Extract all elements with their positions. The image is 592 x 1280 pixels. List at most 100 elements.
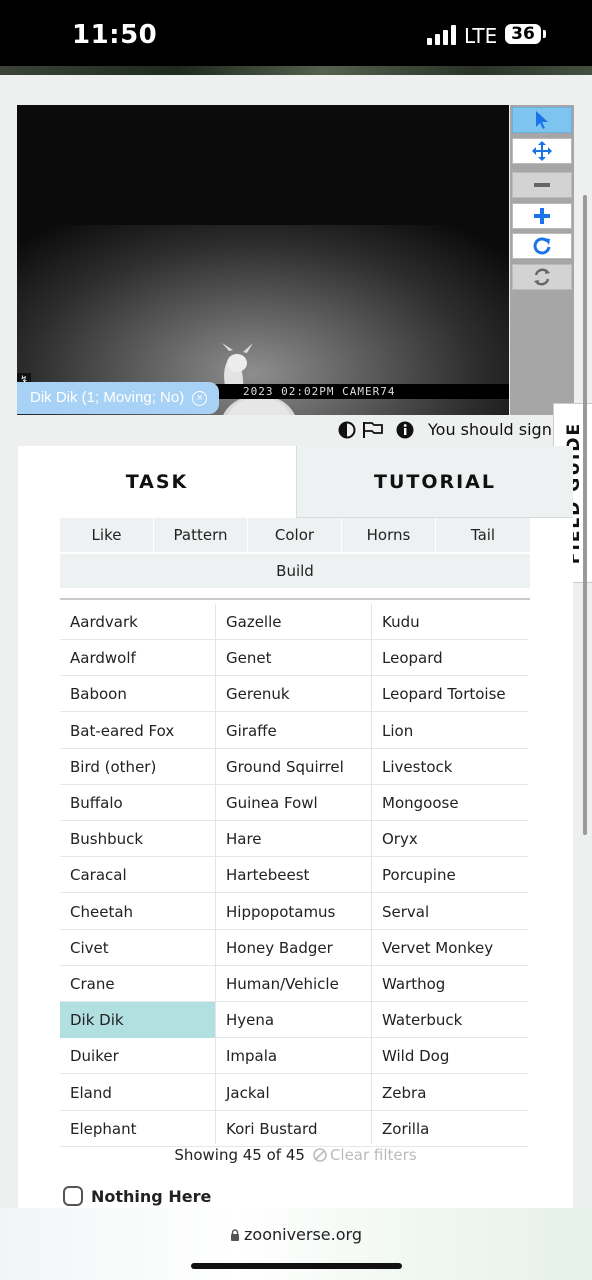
species-option[interactable]: Aardwolf	[60, 640, 216, 677]
filter-divider	[60, 598, 530, 600]
info-icon[interactable]	[396, 421, 414, 439]
species-option[interactable]: Zorilla	[372, 1111, 528, 1147]
species-option[interactable]: Caracal	[60, 857, 216, 894]
home-indicator[interactable]	[191, 1263, 402, 1269]
plus-icon	[534, 208, 550, 224]
species-option[interactable]: Waterbuck	[372, 1002, 528, 1039]
zoom-in-button[interactable]	[512, 203, 572, 229]
annotation-tag[interactable]: Dik Dik (1; Moving; No) ×	[17, 382, 220, 414]
species-option[interactable]: Bushbuck	[60, 821, 216, 858]
species-option[interactable]: Buffalo	[60, 785, 216, 821]
panel-tabs: TASK TUTORIAL	[18, 446, 573, 518]
species-option[interactable]: Bat-eared Fox	[60, 713, 216, 749]
species-option[interactable]: Gerenuk	[216, 676, 372, 713]
zoom-out-button[interactable]	[512, 172, 572, 198]
species-option[interactable]: Honey Badger	[216, 930, 372, 966]
filter-tail[interactable]: Tail	[436, 518, 530, 552]
species-option[interactable]: Gazelle	[216, 604, 372, 640]
tab-tutorial[interactable]: TUTORIAL	[296, 446, 573, 518]
species-option[interactable]: Eland	[60, 1075, 216, 1111]
species-option[interactable]: Civet	[60, 930, 216, 966]
page-header-strip	[0, 66, 592, 75]
species-option[interactable]: Livestock	[372, 749, 528, 785]
nothing-here-label: Nothing Here	[91, 1186, 212, 1206]
subject-meta-row: You should sign	[338, 420, 552, 439]
filter-horns[interactable]: Horns	[342, 518, 436, 552]
column-divider	[371, 604, 372, 1144]
move-arrows-icon	[532, 141, 552, 161]
battery-icon: 36	[505, 24, 541, 44]
url-domain: zooniverse.org	[244, 1225, 362, 1244]
annotation-tag-label: Dik Dik (1; Moving; No)	[30, 389, 185, 406]
species-option[interactable]: Elephant	[60, 1111, 216, 1147]
remove-annotation-icon[interactable]: ×	[192, 390, 208, 406]
task-panel: TASK TUTORIAL Like Pattern Color Horns T…	[18, 446, 573, 1226]
species-option[interactable]: Giraffe	[216, 713, 372, 749]
subject-image-viewer[interactable]: 2023 02:02PM CAMER74	[17, 105, 509, 415]
species-option[interactable]: Oryx	[372, 821, 528, 858]
species-option[interactable]: Kori Bustard	[216, 1111, 372, 1147]
rotate-icon	[533, 237, 551, 255]
browser-url-bar[interactable]: zooniverse.org	[0, 1208, 592, 1280]
rotate-button[interactable]	[512, 233, 572, 259]
species-option[interactable]: Human/Vehicle	[216, 966, 372, 1002]
invert-contrast-icon[interactable]	[338, 421, 356, 439]
column-divider	[215, 604, 216, 1144]
refresh-icon	[534, 268, 550, 286]
nothing-here-option[interactable]: Nothing Here	[63, 1186, 211, 1206]
species-option[interactable]: Vervet Monkey	[372, 930, 528, 966]
filter-color[interactable]: Color	[248, 518, 342, 552]
url-display[interactable]: zooniverse.org	[0, 1225, 592, 1244]
species-option[interactable]: Duiker	[60, 1038, 216, 1075]
species-option[interactable]: Kudu	[372, 604, 528, 640]
species-option[interactable]: Hartebeest	[216, 857, 372, 894]
species-option[interactable]: Zebra	[372, 1075, 528, 1111]
species-option[interactable]: Wild Dog	[372, 1038, 528, 1075]
species-option[interactable]: Hare	[216, 821, 372, 858]
species-option[interactable]: Leopard	[372, 640, 528, 677]
sign-in-message: You should sign	[428, 420, 552, 439]
flag-icon[interactable]	[362, 421, 384, 439]
species-option[interactable]: Crane	[60, 966, 216, 1002]
clear-filters-icon	[313, 1148, 327, 1162]
camera-footer-text: 2023 02:02PM CAMER74	[243, 385, 396, 398]
species-option[interactable]: Impala	[216, 1038, 372, 1075]
pointer-tool-button[interactable]	[512, 107, 572, 133]
showing-count: Showing 45 of 45	[174, 1146, 305, 1164]
species-option[interactable]: Cheetah	[60, 894, 216, 930]
scrollbar[interactable]	[583, 195, 587, 835]
species-option[interactable]: Mongoose	[372, 785, 528, 821]
clock-time: 11:50	[72, 20, 158, 50]
pan-tool-button[interactable]	[512, 138, 572, 164]
minus-icon	[534, 183, 550, 187]
species-option[interactable]: Ground Squirrel	[216, 749, 372, 785]
network-type: LTE	[464, 24, 498, 48]
species-option[interactable]: Bird (other)	[60, 749, 216, 785]
filter-build[interactable]: Build	[60, 554, 530, 588]
species-option[interactable]: Baboon	[60, 676, 216, 713]
species-option[interactable]: Genet	[216, 640, 372, 677]
species-option[interactable]: Dik Dik	[60, 1002, 216, 1039]
battery-tip	[543, 30, 546, 38]
reset-view-button[interactable]	[512, 264, 572, 290]
species-option[interactable]: Aardvark	[60, 604, 216, 640]
species-option[interactable]: Hippopotamus	[216, 894, 372, 930]
species-option[interactable]: Serval	[372, 894, 528, 930]
nothing-here-checkbox[interactable]	[63, 1186, 83, 1206]
filter-like[interactable]: Like	[60, 518, 154, 552]
species-option[interactable]: Lion	[372, 713, 528, 749]
species-option[interactable]: Warthog	[372, 966, 528, 1002]
showing-count-row: Showing 45 of 45 Clear filters	[18, 1146, 573, 1164]
tab-task[interactable]: TASK	[18, 446, 296, 518]
species-option[interactable]: Porcupine	[372, 857, 528, 894]
lock-icon	[231, 1229, 240, 1241]
species-option[interactable]: Jackal	[216, 1075, 372, 1111]
filter-pattern[interactable]: Pattern	[154, 518, 248, 552]
image-toolbar	[510, 105, 574, 415]
signal-strength-icon	[427, 25, 457, 45]
species-option[interactable]: Hyena	[216, 1002, 372, 1039]
species-option[interactable]: Leopard Tortoise	[372, 676, 528, 713]
species-option[interactable]: Guinea Fowl	[216, 785, 372, 821]
clear-filters-button[interactable]: Clear filters	[313, 1146, 417, 1164]
clear-filters-label: Clear filters	[329, 1146, 417, 1164]
